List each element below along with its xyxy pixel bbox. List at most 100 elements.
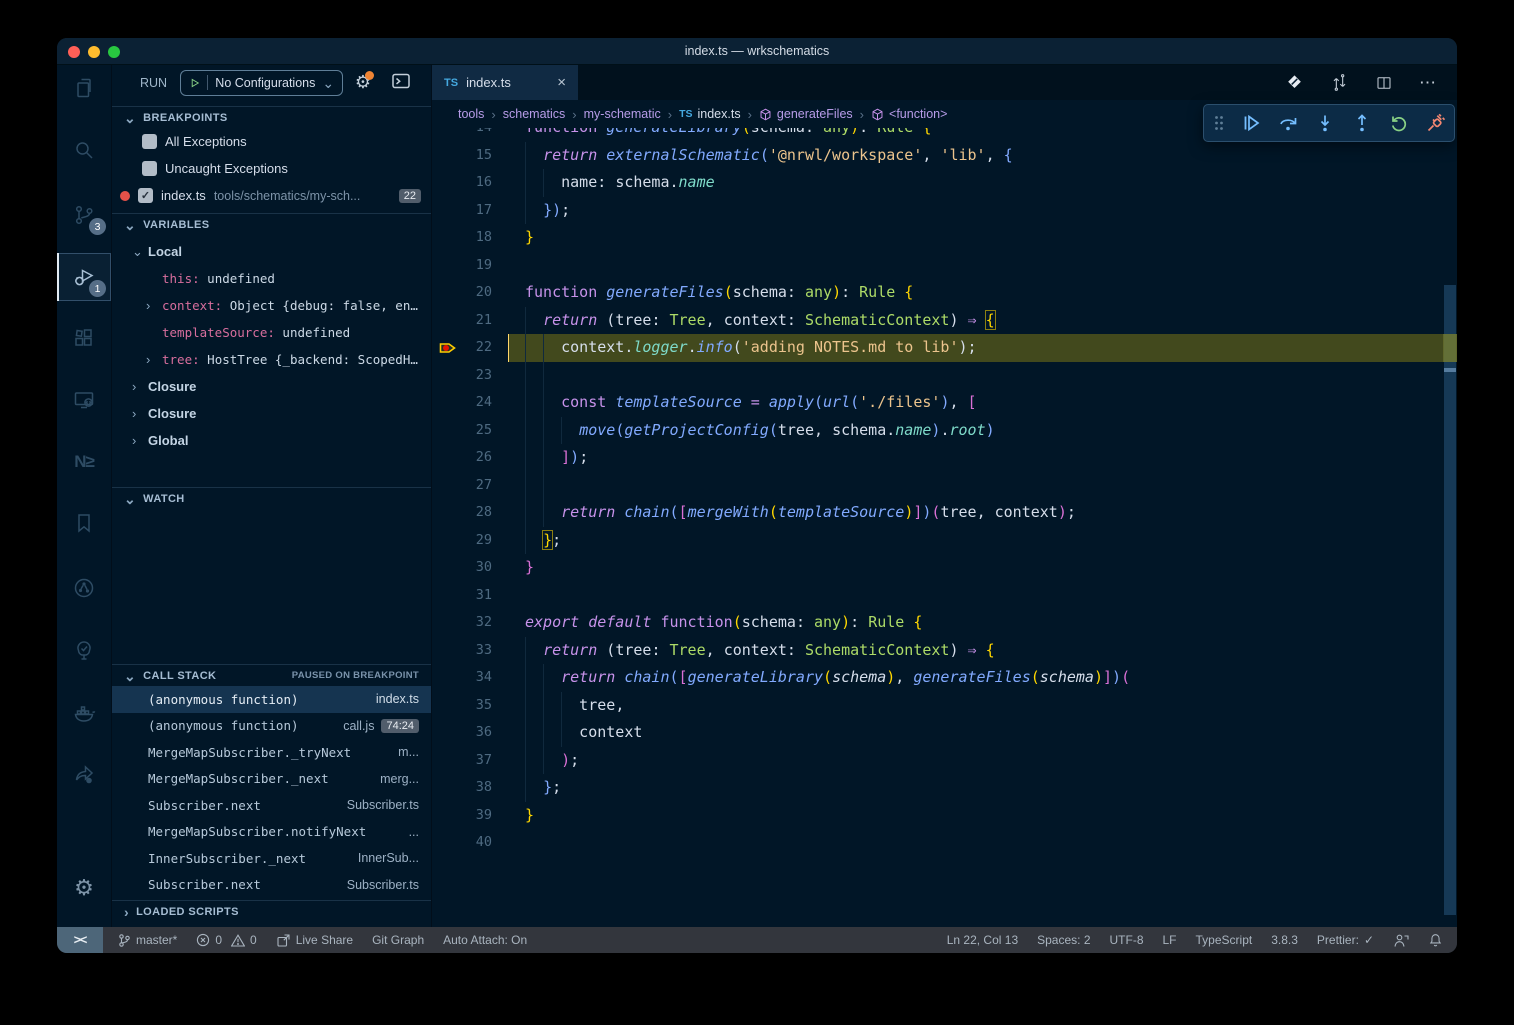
callstack-frame[interactable]: Subscriber.nextSubscriber.ts	[112, 792, 431, 819]
code-line-25[interactable]: 25 move(getProjectConfig(tree, schema.na…	[432, 417, 1457, 445]
callstack-frame[interactable]: Subscriber.nextSubscriber.ts	[112, 872, 431, 899]
breadcrumb-item-tools[interactable]: tools	[458, 107, 484, 121]
indentation-item[interactable]: Spaces: 2	[1037, 933, 1090, 947]
checkbox-unchecked[interactable]	[142, 134, 157, 149]
debug-console-button[interactable]	[390, 70, 412, 95]
code-line-15[interactable]: 15 return externalSchematic('@nrwl/works…	[432, 142, 1457, 170]
code-line-16[interactable]: 16 name: schema.name	[432, 169, 1457, 197]
sidebar-item-remote-explorer[interactable]	[57, 376, 111, 424]
debug-configuration-dropdown[interactable]: No Configurations ⌄	[180, 70, 343, 96]
sidebar-item-source-control[interactable]: 3	[57, 191, 111, 239]
auto-attach-item[interactable]: Auto Attach: On	[443, 933, 527, 947]
code-line-39[interactable]: 39}	[432, 802, 1457, 830]
notifications-item[interactable]	[1428, 933, 1443, 948]
section-header-loaded-scripts[interactable]: › LOADED SCRIPTS	[112, 900, 431, 922]
breadcrumb-item-index.ts[interactable]: TSindex.ts	[679, 107, 741, 121]
git-graph-item[interactable]: Git Graph	[372, 933, 424, 947]
toolbar-drag-grip[interactable]	[1214, 113, 1224, 133]
checkbox-checked[interactable]: ✓	[138, 188, 153, 203]
more-actions-icon[interactable]: ⋯	[1419, 73, 1437, 93]
line-number[interactable]: 27	[432, 472, 492, 500]
code-line-17[interactable]: 17 });	[432, 197, 1457, 225]
gitlens-icon[interactable]	[1285, 73, 1304, 92]
code-line-36[interactable]: 36 context	[432, 719, 1457, 747]
restart-button[interactable]	[1389, 113, 1409, 133]
line-number[interactable]: 40	[432, 829, 492, 857]
language-mode-item[interactable]: TypeScript	[1196, 933, 1253, 947]
problems-item[interactable]: 0 0	[196, 933, 256, 947]
line-number[interactable]: 39	[432, 802, 492, 830]
sidebar-item-live-share[interactable]	[57, 751, 111, 799]
line-number[interactable]: 25	[432, 417, 492, 445]
sidebar-item-nx-console[interactable]: N≥	[57, 438, 111, 486]
continue-button[interactable]	[1241, 113, 1261, 133]
chevron-right-icon[interactable]: ›	[132, 406, 148, 421]
section-header-breakpoints[interactable]: ⌄ BREAKPOINTS	[112, 106, 431, 128]
breadcrumb-item-generateFiles[interactable]: generateFiles	[759, 107, 853, 121]
line-number[interactable]: 38	[432, 774, 492, 802]
line-number[interactable]: 36	[432, 719, 492, 747]
code-line-30[interactable]: 30}	[432, 554, 1457, 582]
eol-item[interactable]: LF	[1163, 933, 1177, 947]
variable-context[interactable]: ›context: Object {debug: false, en…	[112, 292, 431, 319]
sidebar-item-search[interactable]	[57, 126, 111, 174]
callstack-frame[interactable]: MergeMapSubscriber._nextmerg...	[112, 766, 431, 793]
code-line-18[interactable]: 18}	[432, 224, 1457, 252]
line-number[interactable]: 35	[432, 692, 492, 720]
callstack-frame[interactable]: (anonymous function)index.ts	[112, 686, 431, 713]
code-line-23[interactable]: 23	[432, 362, 1457, 390]
variables-scope-closure[interactable]: ›Closure	[112, 400, 431, 427]
editor-scrollbar[interactable]	[1443, 128, 1457, 927]
section-header-watch[interactable]: ⌄ WATCH	[112, 487, 431, 509]
close-tab-icon[interactable]: ×	[557, 74, 566, 91]
disconnect-button[interactable]	[1426, 113, 1446, 133]
sidebar-item-test-explorer[interactable]	[57, 626, 111, 674]
minimize-window-button[interactable]	[88, 46, 100, 58]
breadcrumb-item-schematics[interactable]: schematics	[503, 107, 566, 121]
breakpoint-uncaught-exceptions[interactable]: Uncaught Exceptions	[112, 155, 431, 182]
variable-this[interactable]: this: undefined	[112, 265, 431, 292]
breakpoint-index-ts[interactable]: ✓ index.ts tools/schematics/my-sch... 22	[112, 182, 431, 209]
step-out-button[interactable]	[1352, 113, 1372, 133]
code-line-21[interactable]: 21 return (tree: Tree, context: Schemati…	[432, 307, 1457, 335]
code-line-35[interactable]: 35 tree,	[432, 692, 1457, 720]
sidebar-item-run-and-debug[interactable]: 1	[57, 253, 111, 301]
live-share-item[interactable]: Live Share	[276, 933, 353, 948]
code-line-34[interactable]: 34 return chain([generateLibrary(schema)…	[432, 664, 1457, 692]
section-header-variables[interactable]: ⌄ VARIABLES	[112, 213, 431, 235]
code-line-19[interactable]: 19	[432, 252, 1457, 280]
callstack-frame[interactable]: InnerSubscriber._nextInnerSub...	[112, 845, 431, 872]
line-number[interactable]: 16	[432, 169, 492, 197]
sidebar-item-git-graph[interactable]	[57, 564, 111, 612]
line-number[interactable]: 37	[432, 747, 492, 775]
code-line-28[interactable]: 28 return chain([mergeWith(templateSourc…	[432, 499, 1457, 527]
variables-scope-local[interactable]: ⌄Local	[112, 238, 431, 265]
variable-tree[interactable]: ›tree: HostTree {_backend: ScopedH…	[112, 346, 431, 373]
sidebar-item-docker[interactable]	[57, 689, 111, 737]
code-line-24[interactable]: 24 const templateSource = apply(url('./f…	[432, 389, 1457, 417]
sidebar-item-explorer[interactable]	[57, 64, 111, 112]
cursor-position-item[interactable]: Ln 22, Col 13	[947, 933, 1018, 947]
code-line-27[interactable]: 27	[432, 472, 1457, 500]
chevron-right-icon[interactable]: ›	[146, 298, 162, 313]
line-number[interactable]: 21	[432, 307, 492, 335]
split-editor-icon[interactable]	[1375, 74, 1393, 92]
line-number[interactable]: 23	[432, 362, 492, 390]
callstack-frame[interactable]: MergeMapSubscriber._tryNextm...	[112, 739, 431, 766]
variable-templateSource[interactable]: templateSource: undefined	[112, 319, 431, 346]
sidebar-item-extensions[interactable]	[57, 314, 111, 362]
chevron-down-icon[interactable]: ⌄	[132, 244, 148, 260]
breadcrumb-item-my-schematic[interactable]: my-schematic	[584, 107, 661, 121]
tab-index-ts[interactable]: TS index.ts ×	[432, 65, 578, 100]
code-line-26[interactable]: 26 ]);	[432, 444, 1457, 472]
line-number[interactable]: 31	[432, 582, 492, 610]
code-editor[interactable]: 14function generateLibrary(schema: any):…	[432, 128, 1457, 927]
variables-scope-global[interactable]: ›Global	[112, 427, 431, 454]
prettier-item[interactable]: Prettier: ✓	[1317, 933, 1374, 947]
encoding-item[interactable]: UTF-8	[1110, 933, 1144, 947]
feedback-item[interactable]	[1393, 933, 1409, 948]
line-number[interactable]: 32	[432, 609, 492, 637]
line-number[interactable]: 30	[432, 554, 492, 582]
close-window-button[interactable]	[68, 46, 80, 58]
callstack-frame[interactable]: (anonymous function)call.js74:24	[112, 713, 431, 740]
